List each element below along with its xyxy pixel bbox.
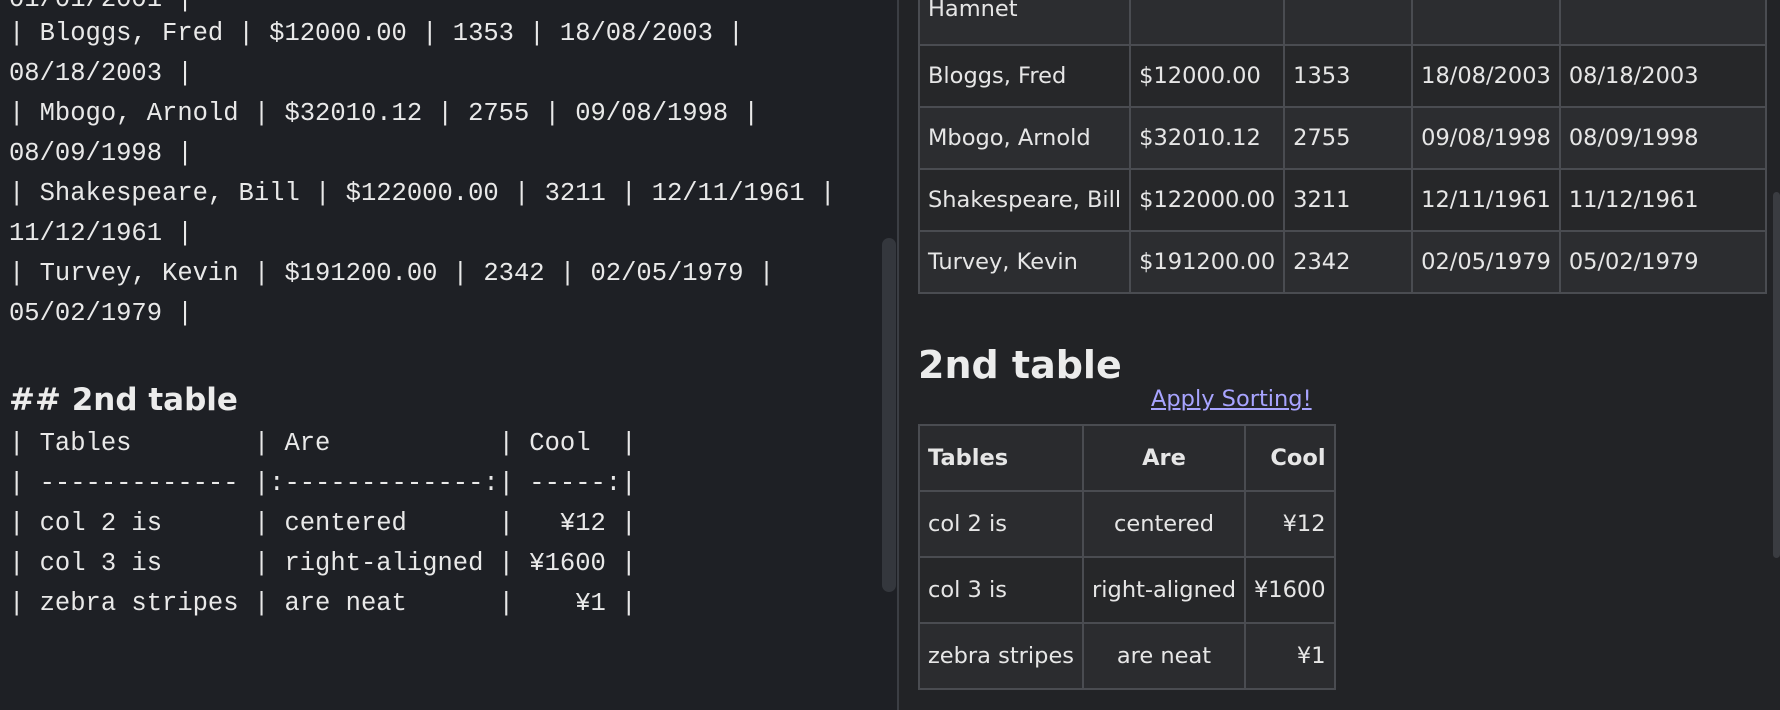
preview-scrollbar[interactable] <box>1773 192 1780 558</box>
table-cell: 08/09/1998 <box>1558 106 1767 170</box>
editor-line[interactable]: 11/12/1961 | <box>9 214 193 254</box>
table-header-row: Tables Are Cool <box>917 424 1336 492</box>
table-row: Shakespeare, Bill $122000.00 3211 12/11/… <box>917 168 1767 232</box>
table-cell: Shakespeare, Bill <box>917 168 1132 232</box>
table-cell: Mbogo, Arnold <box>917 106 1132 170</box>
table-cell: Hamnet <box>917 0 1132 46</box>
table-cell <box>1283 0 1414 46</box>
table-row: col 3 is right-aligned ¥1600 <box>917 556 1336 624</box>
table-cell: zebra stripes <box>917 622 1085 690</box>
table-cell: 3211 <box>1283 168 1414 232</box>
table-row: zebra stripes are neat ¥1 <box>917 622 1336 690</box>
table-cell: are neat <box>1082 622 1246 690</box>
table-row: col 2 is centered ¥12 <box>917 490 1336 558</box>
editor-line[interactable]: | zebra stripes | are neat | ¥1 | <box>9 584 636 624</box>
table-cell: $191200.00 <box>1129 230 1286 294</box>
editor-line[interactable]: | Mbogo, Arnold | $32010.12 | 2755 | 09/… <box>9 94 759 134</box>
editor-line[interactable]: 08/09/1998 | <box>9 134 193 174</box>
table-row: Hamnet <box>917 0 1767 46</box>
table-row: Mbogo, Arnold $32010.12 2755 09/08/1998 … <box>917 106 1767 170</box>
column-header[interactable]: Are <box>1082 424 1246 492</box>
table-cell: ¥12 <box>1243 490 1336 558</box>
editor-scrollbar[interactable] <box>882 238 896 592</box>
table-cell: 09/08/1998 <box>1411 106 1561 170</box>
column-header[interactable]: Tables <box>917 424 1085 492</box>
preview-table-2: Tables Are Cool col 2 is centered ¥12 co… <box>917 424 1336 690</box>
editor-heading-line[interactable]: ## 2nd table <box>9 376 238 424</box>
table-cell: Turvey, Kevin <box>917 230 1132 294</box>
table-cell: 2755 <box>1283 106 1414 170</box>
table-cell: Bloggs, Fred <box>917 44 1132 108</box>
table-cell: $122000.00 <box>1129 168 1286 232</box>
table-cell: 05/02/1979 <box>1558 230 1767 294</box>
table-row: Turvey, Kevin $191200.00 2342 02/05/1979… <box>917 230 1767 294</box>
table-cell: col 3 is <box>917 556 1085 624</box>
editor-line[interactable]: | Tables | Are | Cool | <box>9 424 636 464</box>
editor-line[interactable]: | Shakespeare, Bill | $122000.00 | 3211 … <box>9 174 835 214</box>
table-cell: 12/11/1961 <box>1411 168 1561 232</box>
table-cell: ¥1600 <box>1243 556 1336 624</box>
editor-line[interactable]: 08/18/2003 | <box>9 54 193 94</box>
table-cell: 18/08/2003 <box>1411 44 1561 108</box>
table-cell: 2342 <box>1283 230 1414 294</box>
apply-sorting-link[interactable]: Apply Sorting! <box>1151 386 1312 412</box>
table-cell <box>1129 0 1286 46</box>
table-cell: col 2 is <box>917 490 1085 558</box>
table-cell: 11/12/1961 <box>1558 168 1767 232</box>
editor-line[interactable]: | col 3 is | right-aligned | ¥1600 | <box>9 544 636 584</box>
table-row: Bloggs, Fred $12000.00 1353 18/08/2003 0… <box>917 44 1767 108</box>
table-cell: ¥1 <box>1243 622 1336 690</box>
table-cell <box>1411 0 1561 46</box>
editor-line[interactable]: 05/02/1979 | <box>9 294 193 334</box>
preview-table-1: Hamnet Bloggs, Fred $12000.00 1353 18/08… <box>917 0 1767 294</box>
editor-line[interactable]: | ------------- |:-------------:| -----:… <box>9 464 636 504</box>
table-cell: $32010.12 <box>1129 106 1286 170</box>
editor-line[interactable]: | Bloggs, Fred | $12000.00 | 1353 | 18/0… <box>9 14 744 54</box>
markdown-editor[interactable]: 01/01/2001 | | Bloggs, Fred | $12000.00 … <box>0 0 897 710</box>
table-cell: $12000.00 <box>1129 44 1286 108</box>
table-cell <box>1558 0 1767 46</box>
editor-line[interactable]: | Turvey, Kevin | $191200.00 | 2342 | 02… <box>9 254 774 294</box>
column-header[interactable]: Cool <box>1243 424 1336 492</box>
table-cell: centered <box>1082 490 1246 558</box>
table-cell: right-aligned <box>1082 556 1246 624</box>
table-cell: 02/05/1979 <box>1411 230 1561 294</box>
editor-line[interactable]: | col 2 is | centered | ¥12 | <box>9 504 636 544</box>
preview-heading: 2nd table <box>918 343 1122 387</box>
table-cell: 08/18/2003 <box>1558 44 1767 108</box>
markdown-preview: Hamnet Bloggs, Fred $12000.00 1353 18/08… <box>899 0 1780 710</box>
table-cell: 1353 <box>1283 44 1414 108</box>
